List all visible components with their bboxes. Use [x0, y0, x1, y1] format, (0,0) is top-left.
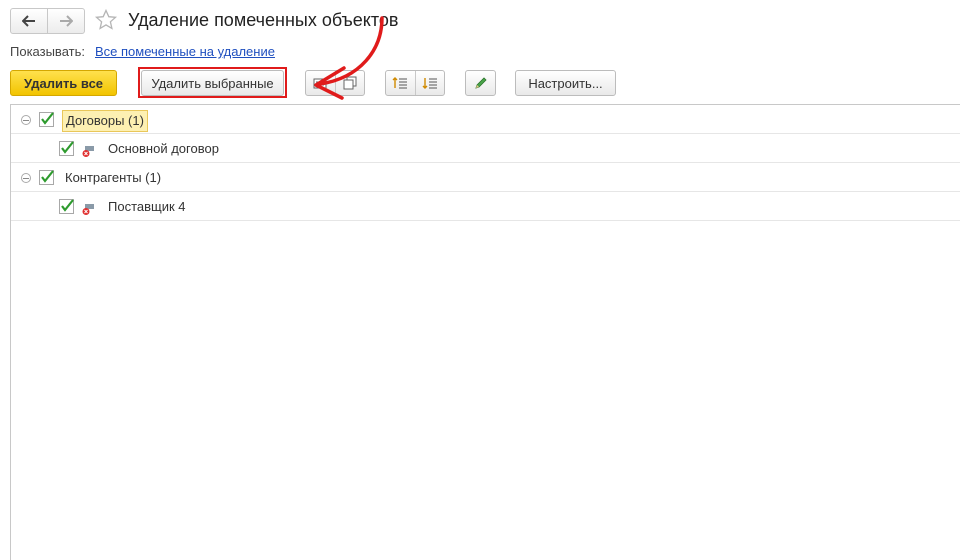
tree-group-row[interactable]: Контрагенты (1) — [11, 163, 960, 192]
item-checkbox[interactable] — [59, 199, 74, 214]
annotation-highlight-box — [138, 67, 287, 98]
delete-all-button[interactable]: Удалить все — [10, 70, 117, 96]
pencil-icon — [474, 77, 487, 89]
checkmark-icon — [41, 112, 54, 125]
sort-descending-button[interactable] — [414, 71, 445, 95]
checkmark-icon — [61, 199, 74, 212]
checkmark-icon — [61, 141, 74, 154]
tree-item-row[interactable]: Основной договор — [11, 134, 960, 163]
checkmark-icon — [41, 170, 54, 183]
show-label: Показывать: — [10, 44, 85, 59]
group-checkbox[interactable] — [39, 170, 54, 185]
annotation-arrow-icon — [314, 16, 384, 100]
navigation-buttons — [10, 8, 85, 34]
sort-descending-icon — [422, 78, 437, 89]
tree-item-row[interactable]: Поставщик 4 — [11, 192, 960, 221]
item-label: Поставщик 4 — [108, 199, 186, 214]
marked-objects-tree: Договоры (1) Основной договор Контрагент… — [10, 104, 960, 560]
item-label: Основной договор — [108, 141, 219, 156]
forward-button[interactable] — [47, 9, 84, 33]
group-checkbox[interactable] — [39, 112, 54, 127]
edit-button[interactable] — [465, 70, 496, 96]
arrow-left-icon — [22, 15, 35, 27]
marked-for-deletion-icon — [82, 204, 94, 215]
tree-group-row[interactable]: Договоры (1) — [11, 105, 960, 134]
back-button[interactable] — [11, 9, 47, 33]
group-label: Договоры (1) — [62, 110, 148, 132]
collapse-toggle-icon[interactable] — [21, 115, 31, 125]
show-filter-link[interactable]: Все помеченные на удаление — [95, 44, 275, 59]
group-label: Контрагенты (1) — [65, 170, 162, 185]
configure-button[interactable]: Настроить... — [515, 70, 616, 96]
item-checkbox[interactable] — [59, 141, 74, 156]
arrow-right-icon — [60, 15, 73, 27]
collapse-toggle-icon[interactable] — [21, 173, 31, 183]
marked-for-deletion-icon — [82, 146, 94, 157]
star-icon[interactable] — [94, 8, 118, 32]
